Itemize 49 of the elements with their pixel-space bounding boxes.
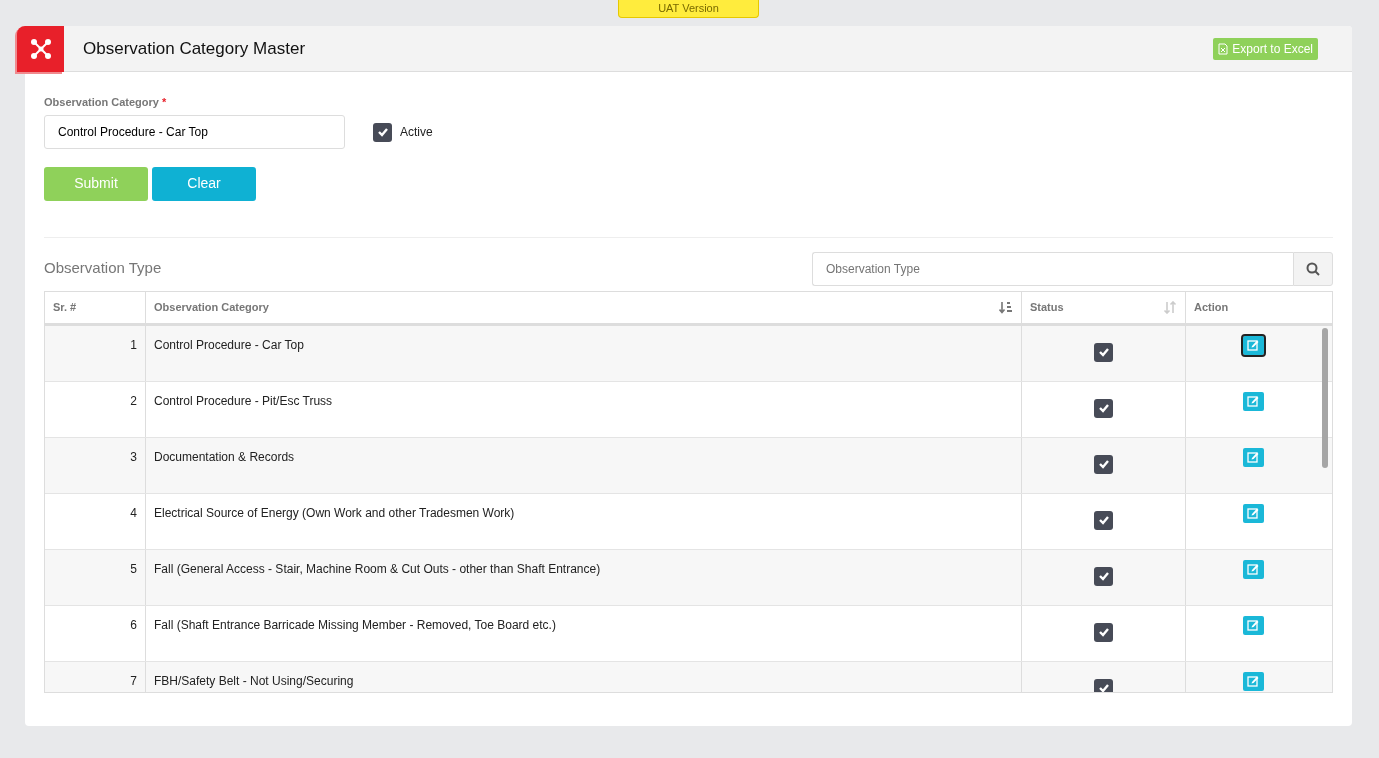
network-icon	[29, 37, 52, 60]
environment-badge: UAT Version	[618, 0, 759, 18]
edit-icon	[1247, 507, 1259, 519]
status-checkbox[interactable]	[1094, 342, 1113, 362]
category-name: Control Procedure - Car Top	[154, 337, 304, 352]
edit-icon	[1247, 339, 1259, 351]
category-name: Electrical Source of Energy (Own Work and other Tradesmen Work)	[154, 505, 515, 520]
status-checkbox[interactable]	[1094, 398, 1113, 418]
search-button[interactable]	[1293, 251, 1333, 286]
scrollbar[interactable]	[1322, 327, 1328, 468]
row-number: 2	[130, 393, 137, 408]
column-header: Action	[1194, 299, 1229, 315]
active-checkbox[interactable]	[373, 122, 392, 142]
edit-icon	[1247, 451, 1259, 463]
column-header[interactable]: Status	[1030, 298, 1064, 316]
status-checkbox[interactable]	[1094, 678, 1113, 692]
row-number: 1	[130, 337, 137, 352]
status-checkbox[interactable]	[1094, 454, 1113, 474]
active-label: Active	[400, 124, 433, 141]
status-checkbox[interactable]	[1094, 622, 1113, 642]
category-name: FBH/Safety Belt - Not Using/Securing	[154, 673, 354, 688]
category-input[interactable]: Control Procedure - Car Top	[44, 114, 345, 149]
edit-icon	[1247, 395, 1259, 407]
status-checkbox[interactable]	[1094, 566, 1113, 586]
category-name: Fall (Shaft Entrance Barricade Missing Member - Removed, Toe Board etc.)	[154, 617, 556, 632]
sort-icon	[1163, 300, 1177, 314]
category-name: Control Procedure - Pit/Esc Truss	[154, 393, 333, 408]
row-number: 3	[130, 449, 137, 464]
row-number: 4	[130, 505, 137, 520]
row-number: 7	[130, 673, 137, 688]
sort-ascending-icon	[999, 300, 1013, 314]
edit-icon	[1247, 675, 1259, 687]
column-header: Sr. #	[53, 299, 77, 315]
field-label: Observation Category *	[44, 95, 168, 110]
category-name: Documentation & Records	[154, 449, 295, 464]
row-number: 6	[130, 617, 137, 632]
row-number: 5	[130, 561, 137, 576]
edit-button[interactable]	[1242, 335, 1264, 355]
status-checkbox[interactable]	[1094, 510, 1113, 530]
search-field[interactable]: Observation Type	[812, 251, 1293, 286]
edit-icon	[1247, 563, 1259, 575]
column-header[interactable]: Observation Category	[154, 298, 269, 316]
category-name: Fall (General Access - Stair, Machine Room & Cut Outs - other than Shaft Entrance)	[154, 561, 601, 576]
search-icon	[1306, 261, 1320, 276]
page-title: Observation Category Master	[83, 37, 306, 60]
spreadsheet-icon	[1218, 42, 1229, 55]
edit-icon	[1247, 619, 1259, 631]
section-title: Observation Type	[44, 258, 162, 279]
clear-button[interactable]: Clear	[152, 166, 256, 201]
